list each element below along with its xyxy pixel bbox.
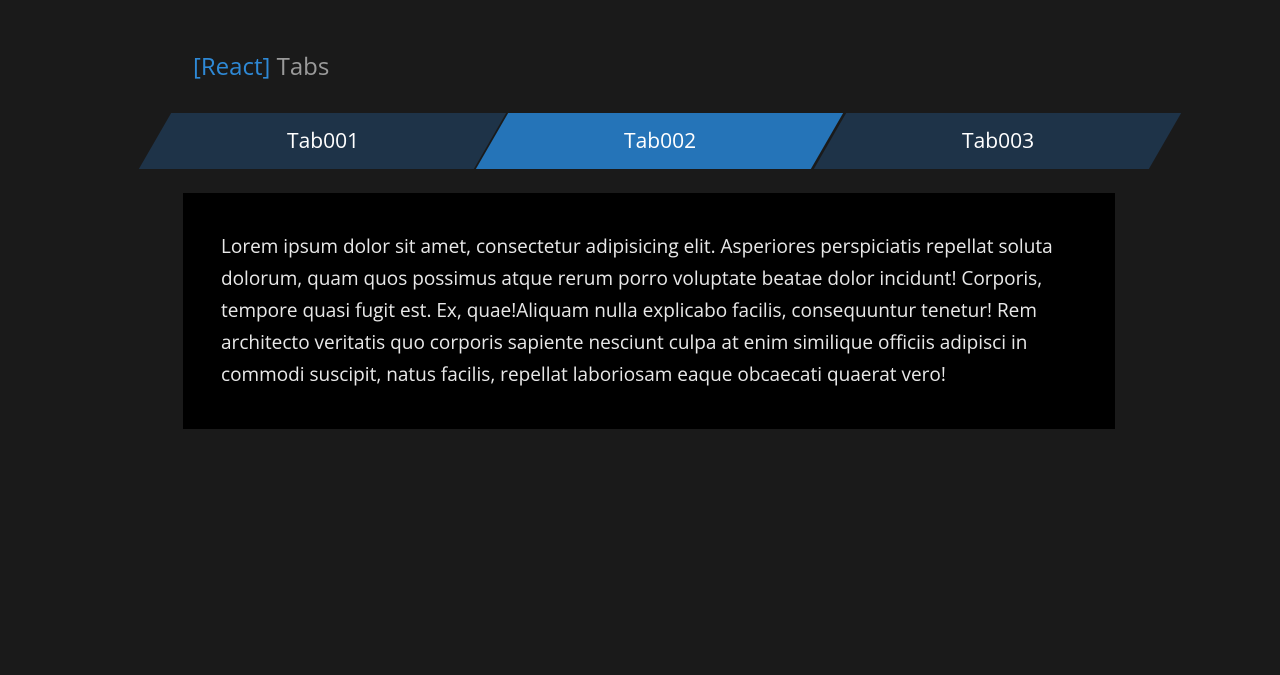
page-title: [React] Tabs <box>193 50 1105 83</box>
tab-content-text: Lorem ipsum dolor sit amet, consectetur … <box>221 231 1077 391</box>
tab-tab003[interactable]: Tab003 <box>813 113 1181 169</box>
tab-tab002[interactable]: Tab002 <box>476 113 844 169</box>
tab-label: Tab002 <box>624 127 696 155</box>
tabs-container: Tab001 Tab002 Tab003 Lorem ipsum dolor s… <box>155 113 1165 429</box>
tab-label: Tab001 <box>287 127 359 155</box>
tab-label: Tab003 <box>961 127 1033 155</box>
tab-tab001[interactable]: Tab001 <box>139 113 507 169</box>
title-bracket: [React] <box>193 50 270 83</box>
tab-content-panel: Lorem ipsum dolor sit amet, consectetur … <box>183 193 1115 429</box>
tabs-nav: Tab001 Tab002 Tab003 <box>155 113 1165 169</box>
title-text: Tabs <box>270 50 329 83</box>
